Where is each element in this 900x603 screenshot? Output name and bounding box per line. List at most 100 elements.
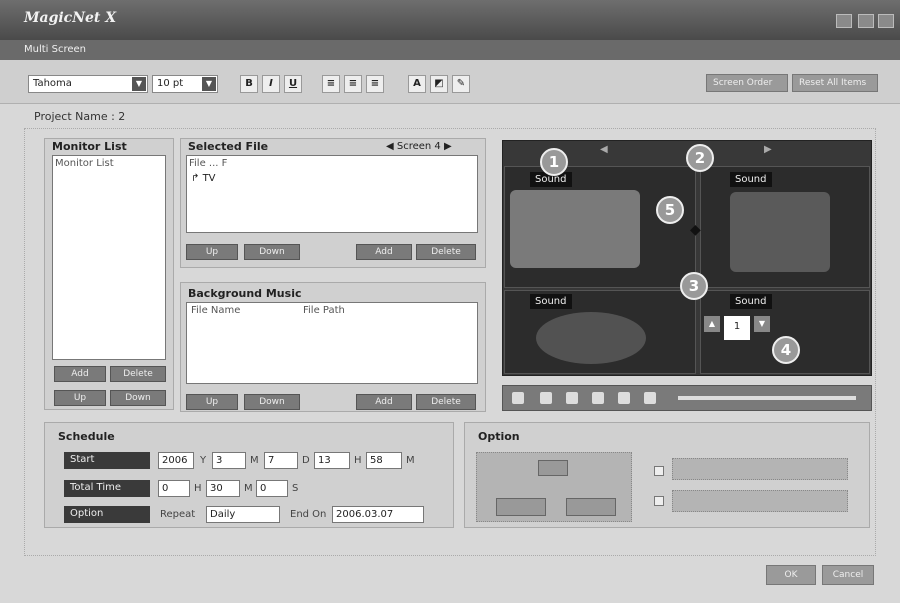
schedule-title: Schedule [58, 430, 115, 443]
year-select[interactable]: 2006 [158, 452, 194, 469]
selected-file-title: Selected File [188, 140, 269, 153]
spin-down-icon[interactable]: ▼ [754, 316, 770, 332]
option-radio-1[interactable] [654, 466, 664, 476]
file-up-button[interactable]: Up [186, 244, 238, 260]
font-size-select[interactable]: 10 pt ▼ [152, 75, 218, 93]
option-label: Option [64, 506, 150, 523]
end-date-field[interactable]: 2006.03.07 [332, 506, 424, 523]
file-down-button[interactable]: Down [244, 244, 300, 260]
monitor-list-title: Monitor List [52, 140, 127, 153]
font-color-icon[interactable]: A [408, 75, 426, 93]
font-select[interactable]: Tahoma ▼ [28, 75, 148, 93]
total-time-label: Total Time [64, 480, 150, 497]
screen-number-3: 3 [680, 272, 708, 300]
bg-music-list[interactable]: File Name File Path [186, 302, 478, 384]
month-unit: M [250, 455, 259, 466]
rewind-icon[interactable] [592, 392, 604, 404]
music-up-button[interactable]: Up [186, 394, 238, 410]
file-item-label: TV [202, 173, 216, 184]
monitor-listbox[interactable]: Monitor List [52, 155, 166, 360]
reset-all-button[interactable]: Reset All Items [792, 74, 878, 92]
file-add-button[interactable]: Add [356, 244, 412, 260]
tv-icon: ↱ [191, 173, 203, 184]
minute-unit: M [406, 455, 415, 466]
font-value: Tahoma [33, 78, 72, 89]
sound-tag: Sound [530, 294, 572, 309]
app-logo: MagicNet X [24, 10, 117, 26]
minimize-button[interactable] [836, 14, 852, 28]
play-icon[interactable] [512, 392, 524, 404]
hour-unit: H [354, 455, 362, 466]
screen-order-button[interactable]: Screen Order [706, 74, 788, 92]
monitor-add-button[interactable]: Add [54, 366, 106, 382]
layout-option-row-2[interactable] [672, 490, 848, 512]
music-delete-button[interactable]: Delete [416, 394, 476, 410]
screen-number-4: 4 [772, 336, 800, 364]
hour-select[interactable]: 13 [314, 452, 350, 469]
sound-tag: Sound [730, 294, 772, 309]
stop-icon[interactable] [540, 392, 552, 404]
nav-right-icon[interactable]: ▶ [764, 144, 772, 155]
brush-icon[interactable]: ✎ [452, 75, 470, 93]
option-radio-2[interactable] [654, 496, 664, 506]
layout-node [538, 460, 568, 476]
total-hour-unit: H [194, 483, 202, 494]
col-file-path: File Path [303, 305, 345, 316]
sound-tag: Sound [730, 172, 772, 187]
option-title: Option [478, 430, 520, 443]
spin-value[interactable]: 1 [724, 316, 750, 340]
italic-button[interactable]: I [262, 75, 280, 93]
total-hour-select[interactable]: 0 [158, 480, 190, 497]
underline-button[interactable]: U [284, 75, 302, 93]
align-center-icon[interactable]: ≡ [344, 75, 362, 93]
title-bar [0, 0, 900, 40]
prev-icon[interactable] [566, 392, 578, 404]
repeat-select[interactable]: Daily [206, 506, 280, 523]
screen-navigator[interactable]: ◀ Screen 4 ▶ [386, 141, 452, 152]
minute-select[interactable]: 58 [366, 452, 402, 469]
screen-number-2: 2 [686, 144, 714, 172]
repeat-label: Repeat [160, 509, 196, 520]
align-right-icon[interactable]: ≡ [366, 75, 384, 93]
file-delete-button[interactable]: Delete [416, 244, 476, 260]
align-left-icon[interactable]: ≡ [322, 75, 340, 93]
bg-music-title: Background Music [188, 287, 302, 300]
spin-up-icon[interactable]: ▲ [704, 316, 720, 332]
list-item[interactable]: ↱ TV [187, 171, 477, 186]
start-label: Start [64, 452, 150, 469]
year-unit: Y [200, 455, 207, 466]
total-second-select[interactable]: 0 [256, 480, 288, 497]
nav-left-icon[interactable]: ◀ [600, 144, 608, 155]
music-add-button[interactable]: Add [356, 394, 412, 410]
seek-slider[interactable] [678, 396, 856, 400]
cancel-button[interactable]: Cancel [822, 565, 874, 585]
screen-number-1: 1 [540, 148, 568, 176]
camcorder-image [730, 192, 830, 272]
bold-button[interactable]: B [240, 75, 258, 93]
month-select[interactable]: 3 [212, 452, 246, 469]
chevron-down-icon: ▼ [202, 77, 216, 91]
monitor-list-header: Monitor List [55, 158, 114, 169]
selected-file-list[interactable]: File ... F ↱ TV [186, 155, 478, 233]
fill-color-icon[interactable]: ◩ [430, 75, 448, 93]
window-subtitle: Multi Screen [0, 40, 900, 60]
font-size-value: 10 pt [157, 78, 184, 89]
layout-node [566, 498, 616, 516]
ok-button[interactable]: OK [766, 565, 816, 585]
layout-option-row-1[interactable] [672, 458, 848, 480]
maximize-button[interactable] [858, 14, 874, 28]
total-minute-select[interactable]: 30 [206, 480, 240, 497]
camera-image [510, 190, 640, 268]
close-button[interactable] [878, 14, 894, 28]
monitor-delete-button[interactable]: Delete [110, 366, 166, 382]
day-select[interactable]: 7 [264, 452, 298, 469]
music-down-button[interactable]: Down [244, 394, 300, 410]
total-minute-unit: M [244, 483, 253, 494]
screen-number-5: 5 [656, 196, 684, 224]
selected-file-header: File ... F [189, 158, 228, 169]
next-icon[interactable] [644, 392, 656, 404]
monitor-up-button[interactable]: Up [54, 390, 106, 406]
forward-icon[interactable] [618, 392, 630, 404]
total-second-unit: S [292, 483, 299, 494]
monitor-down-button[interactable]: Down [110, 390, 166, 406]
